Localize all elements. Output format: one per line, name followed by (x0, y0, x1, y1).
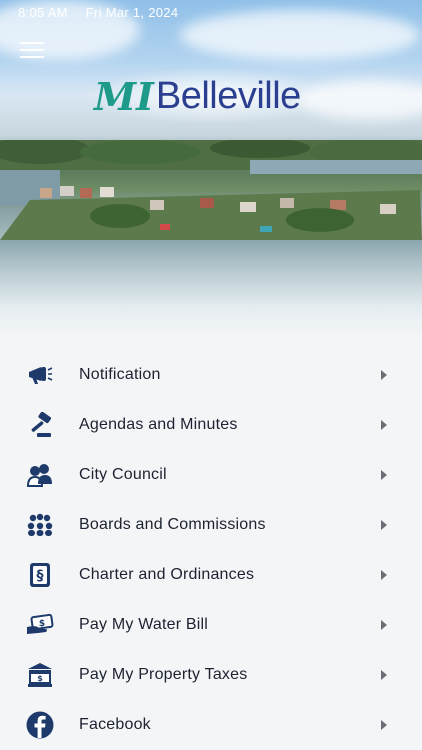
menu-item-facebook[interactable]: Facebook (0, 700, 422, 750)
gavel-icon (26, 411, 54, 439)
svg-text:$: $ (39, 619, 45, 629)
hero-image (0, 0, 422, 338)
menu-item-label: Facebook (79, 716, 151, 733)
menu-item-label: Pay My Property Taxes (79, 666, 248, 683)
menu-item-label: Notification (79, 366, 161, 383)
svg-text:$: $ (37, 674, 43, 683)
shoreline-illustration (0, 140, 422, 240)
chevron-right-icon (381, 470, 387, 480)
group-icon (26, 511, 54, 539)
menu-item-label: Agendas and Minutes (79, 416, 238, 433)
menu-item-agendas-minutes[interactable]: Agendas and Minutes (0, 400, 422, 450)
chevron-right-icon (381, 620, 387, 630)
menu-item-label: Pay My Water Bill (79, 616, 209, 633)
chevron-right-icon (381, 420, 387, 430)
menu-item-label: Charter and Ordinances (79, 566, 255, 583)
svg-text:§: § (37, 568, 44, 584)
status-bar: 8:05 AM Fri Mar 1, 2024 (18, 5, 192, 20)
chevron-right-icon (381, 720, 387, 730)
chevron-right-icon (381, 670, 387, 680)
menu-item-boards-commissions[interactable]: Boards and Commissions (0, 500, 422, 550)
chevron-right-icon (381, 520, 387, 530)
money-hand-icon: $ (26, 611, 54, 639)
chevron-right-icon (381, 570, 387, 580)
menu-item-city-council[interactable]: City Council (0, 450, 422, 500)
lake-water (0, 240, 422, 338)
chevron-right-icon (381, 370, 387, 380)
menu-item-label: City Council (79, 466, 167, 483)
people-icon (26, 461, 54, 489)
logo-text: Belleville (155, 74, 301, 117)
facebook-icon (26, 711, 54, 739)
menu-list: Notification Agendas and Minutes City Co… (0, 350, 422, 750)
bank-icon: $ (26, 661, 54, 689)
hamburger-menu-icon[interactable] (20, 42, 44, 60)
status-date: Fri Mar 1, 2024 (85, 5, 179, 20)
menu-item-pay-property-taxes[interactable]: $ Pay My Property Taxes (0, 650, 422, 700)
menu-item-pay-water-bill[interactable]: $ Pay My Water Bill (0, 600, 422, 650)
logo-mark: MI (94, 73, 154, 119)
status-time: 8:05 AM (18, 5, 68, 20)
megaphone-icon (26, 361, 54, 389)
menu-item-label: Boards and Commissions (79, 516, 266, 533)
menu-item-notification[interactable]: Notification (0, 350, 422, 400)
law-book-icon: § (26, 561, 54, 589)
menu-item-charter-ordinances[interactable]: § Charter and Ordinances (0, 550, 422, 600)
app-logo: MI Belleville (86, 68, 338, 124)
